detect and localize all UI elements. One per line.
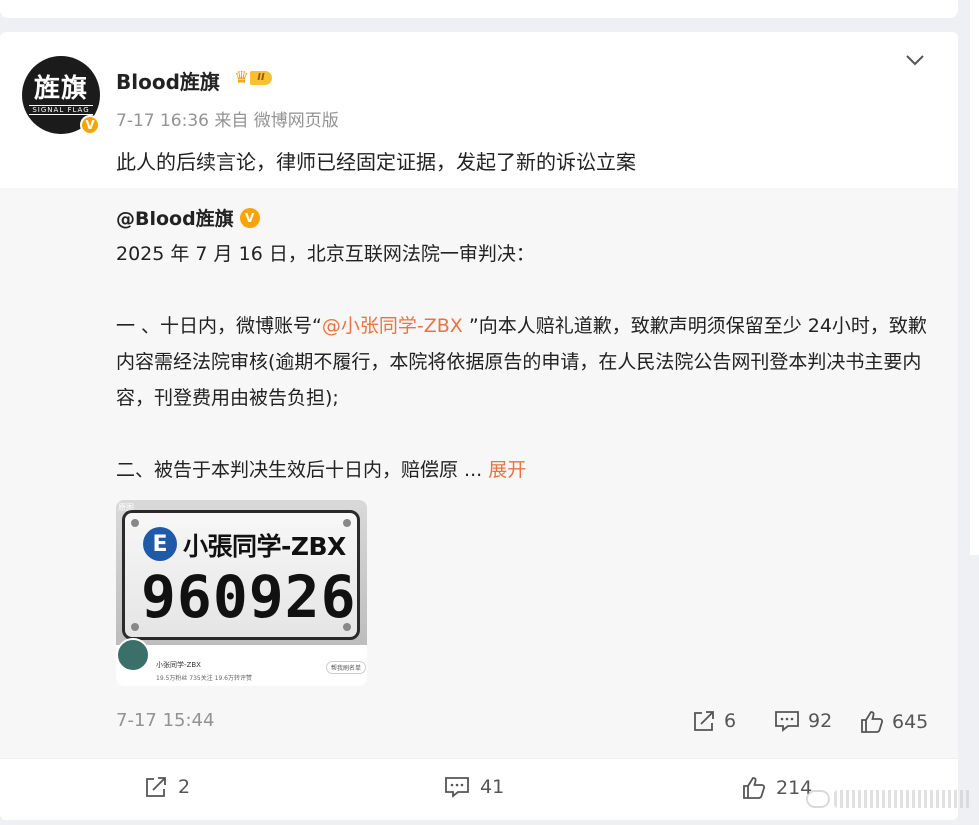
bolt-icon	[131, 623, 139, 631]
repost-like-button[interactable]: 645	[860, 710, 928, 734]
repost-author-name[interactable]: @Blood旌旗	[116, 204, 234, 231]
repost-share-count: 6	[724, 710, 737, 732]
post-timestamp[interactable]: 7-17 16:36	[116, 111, 209, 131]
mention-link[interactable]: @小张同学-ZBX	[322, 315, 463, 337]
author-name[interactable]: Blood旌旗	[116, 66, 220, 95]
share-count: 2	[178, 776, 191, 798]
verified-icon: V	[80, 115, 100, 135]
repost-time[interactable]: 7-17 15:44	[116, 710, 214, 731]
repost-text: 一 、十日内，微博账号“	[116, 315, 322, 337]
comment-count: 41	[480, 776, 505, 798]
expand-link[interactable]: 展开	[488, 459, 526, 481]
plate-letter: E	[143, 527, 177, 561]
share-button[interactable]: 2	[144, 776, 190, 798]
repost-paragraph: 2025 年 7 月 16 日，北京互联网法院一审判决：	[116, 243, 535, 265]
repost-author[interactable]: @Blood旌旗 V	[116, 204, 260, 231]
member-level-badge[interactable]: ♛ II	[234, 68, 272, 88]
previous-post-bottom	[0, 0, 958, 18]
level-label: II	[250, 71, 272, 85]
crown-icon: ♛	[234, 68, 250, 88]
repost-body: 2025 年 7 月 16 日，北京互联网法院一审判决： 一 、十日内，微博账号…	[116, 236, 936, 488]
weibo-logo-icon	[806, 790, 830, 808]
chevron-down-icon[interactable]	[905, 54, 925, 66]
repost-image[interactable]: 原图 E 小張同学-ZBX 960926 小张同学-ZBX 19.5万粉丝 73…	[116, 500, 367, 686]
bolt-icon	[131, 519, 139, 527]
comment-icon	[445, 777, 469, 798]
mini-button: 帮我刷名单	[326, 661, 367, 674]
bolt-icon	[343, 519, 351, 527]
mini-avatar	[116, 638, 150, 672]
repost-share-button[interactable]: 6	[692, 710, 736, 732]
thumbs-up-icon	[861, 711, 884, 733]
repost-paragraph: 一 、十日内，微博账号“@小张同学-ZBX ”向本人赔礼道歉，致歉声明须保留至少…	[116, 308, 936, 416]
plate-top-text: 小張同学-ZBX	[183, 532, 346, 561]
watermark	[806, 786, 971, 812]
mini-name: 小张同学-ZBX	[156, 661, 201, 669]
share-icon	[146, 777, 166, 797]
share-icon	[694, 711, 714, 731]
like-button[interactable]: 214	[742, 776, 812, 800]
mini-stats: 19.5万粉丝 735关注 19.6万转评赞	[156, 675, 252, 682]
repost-paragraph: 二、被告于本判决生效后十日内，赔偿原 ... 展开	[116, 452, 936, 488]
watermark-text	[834, 790, 971, 808]
divider	[0, 758, 958, 759]
avatar-text: 旌旗	[33, 74, 88, 104]
repost-comment-button[interactable]: 92	[774, 710, 832, 732]
verified-icon: V	[239, 207, 260, 228]
repost-like-count: 645	[892, 711, 929, 733]
thumbs-up-icon	[743, 777, 766, 799]
comment-icon	[775, 711, 799, 732]
repost-text: 二、被告于本判决生效后十日内，赔偿原 ...	[116, 459, 489, 481]
post-meta: 7-17 16:36 来自 微博网页版	[116, 106, 339, 131]
license-plate: E 小張同学-ZBX 960926	[122, 510, 360, 640]
avatar-subtext: SIGNAL FLAG	[29, 105, 93, 115]
right-sidebar-edge	[970, 0, 979, 555]
repost-comment-count: 92	[808, 710, 833, 732]
comment-button[interactable]: 41	[444, 776, 504, 798]
post-source: 来自 微博网页版	[214, 111, 339, 131]
post-text: 此人的后续言论，律师已经固定证据，发起了新的诉讼立案	[116, 150, 636, 174]
plate-number: 960926	[141, 563, 357, 631]
